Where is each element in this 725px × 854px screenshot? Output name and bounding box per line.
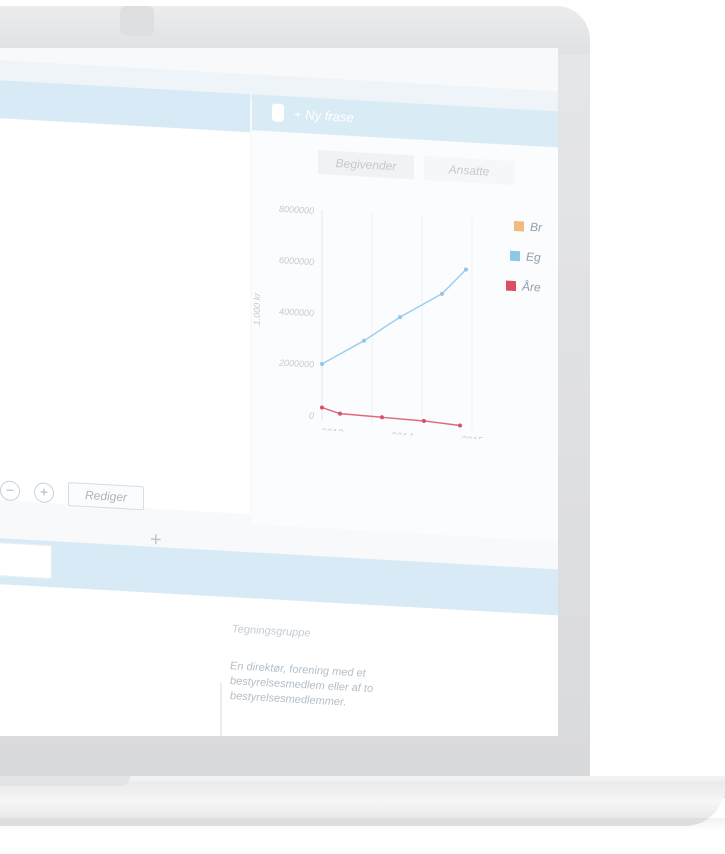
x-tick-label: 2013 xyxy=(320,427,344,439)
camera-housing xyxy=(120,6,154,36)
y-axis-label: 1.000 kr xyxy=(252,292,262,326)
series-line xyxy=(321,268,467,365)
y-tick-label: 6000000 xyxy=(279,255,314,267)
edit-button[interactable]: Rediger xyxy=(68,482,144,511)
laptop-bezel-top xyxy=(0,6,590,54)
y-tick-label: 0 xyxy=(309,411,314,421)
left-panel: − + Rediger xyxy=(0,78,250,515)
text-input-field[interactable] xyxy=(0,540,52,580)
legend-item: Br xyxy=(514,219,542,235)
y-tick-label: 2000000 xyxy=(278,358,314,370)
legend-swatch xyxy=(514,220,524,232)
data-point xyxy=(458,423,462,428)
data-point xyxy=(380,415,384,420)
zoom-out-icon[interactable]: − xyxy=(0,480,20,502)
signing-group-description: En direktør, forening med et bestyrelses… xyxy=(230,660,374,709)
pane-divider xyxy=(220,682,222,736)
legend-item: Åre xyxy=(506,279,541,295)
y-tick-label: 8000000 xyxy=(279,204,314,216)
series-line xyxy=(321,406,461,427)
laptop-base-notch xyxy=(0,776,130,786)
data-point xyxy=(338,411,342,416)
laptop-mockup: − + Rediger ye onde + Ny frase Begivende… xyxy=(0,0,725,854)
x-tick-label: 2014 xyxy=(390,431,414,443)
y-tick-label: 4000000 xyxy=(279,306,314,318)
legend-item: Eg xyxy=(510,249,541,265)
laptop-shadow xyxy=(0,818,725,832)
x-tick-label: 2015 xyxy=(460,435,484,445)
legend-label: Br xyxy=(530,219,542,235)
hand-pointer-icon xyxy=(272,103,284,123)
legend-swatch xyxy=(506,280,516,292)
right-panel-title[interactable]: + Ny frase xyxy=(294,107,354,125)
line-chart: 8000000 6000000 4000000 2000000 0 2013 2014 201… xyxy=(252,166,558,447)
app-ui: − + Rediger ye onde + Ny frase Begivende… xyxy=(0,48,558,736)
legend-label: Åre xyxy=(522,279,541,295)
laptop-screen: − + Rediger ye onde + Ny frase Begivende… xyxy=(0,48,558,736)
data-point xyxy=(422,418,426,423)
data-point xyxy=(320,405,324,410)
legend-label: Eg xyxy=(526,249,541,265)
left-panel-toolbar: − + Rediger xyxy=(0,468,250,520)
right-panel: + Ny frase Begivender Ansatte 8000000 600… xyxy=(252,94,558,543)
legend-swatch xyxy=(510,250,520,262)
chart-svg: 8000000 6000000 4000000 2000000 0 2013 2014 201… xyxy=(252,204,484,447)
zoom-in-icon[interactable]: + xyxy=(34,482,54,504)
